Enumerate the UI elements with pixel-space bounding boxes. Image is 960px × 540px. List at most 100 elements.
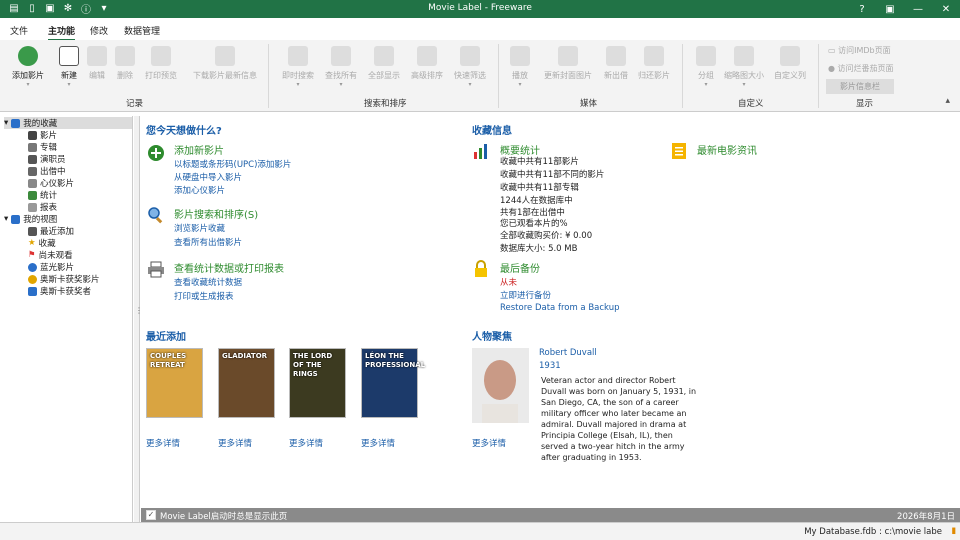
navigation-tree: ▾ 我的收藏 影片 专辑 演职员 出借中 心仪影片 统计 报表 ▾ 我的视图 最近添… <box>0 116 133 522</box>
bar-chart-icon <box>474 144 487 159</box>
poster-title: THE LORD OF THE RINGS <box>293 352 333 378</box>
person-name-link[interactable]: Robert Duvall <box>539 348 597 358</box>
quick-filter-icon <box>460 46 480 66</box>
tree-item-on-loan[interactable]: 出借中 <box>28 165 66 177</box>
columns-icon <box>780 46 800 66</box>
new-document-icon <box>59 46 79 66</box>
person-spotlight-heading: 人物聚焦 <box>472 332 512 343</box>
movie-poster[interactable]: LÉON THE PROFESSIONAL <box>361 348 425 418</box>
more-details-link[interactable]: 更多详情 <box>218 437 252 449</box>
help-button[interactable]: ? <box>848 0 876 18</box>
visit-imdb-button[interactable]: ▭ 访问IMDb页面 <box>828 45 891 56</box>
return-movie-button[interactable]: 归还影片 <box>634 46 674 81</box>
tree-item-oscar-movies[interactable]: 奥斯卡获奖影片 <box>28 273 100 285</box>
tree-item-bluray[interactable]: 蓝光影片 <box>28 261 74 273</box>
quick-filter-button[interactable]: 快速筛选 ▾ <box>450 46 490 88</box>
title-bar: ▤ ▯ ▣ ✻ ⓘ ▾ Movie Label - Freeware ? ▣ —… <box>0 0 960 18</box>
show-all-button[interactable]: 全部显示 <box>364 46 404 81</box>
info-bar-toggle[interactable]: 影片信息栏 <box>826 79 894 94</box>
status-bar: My Database.fdb : c:\movie labe ▮ <box>0 522 960 540</box>
tab-data-management[interactable]: 数据管理 <box>124 24 160 37</box>
loan-icon <box>606 46 626 66</box>
more-details-link[interactable]: 更多详情 <box>289 437 323 449</box>
stat-watched: 您已观看本片的% <box>500 219 568 229</box>
stats-reports-heading[interactable]: 查看统计数据或打印报表 <box>174 260 284 275</box>
tree-item-movies[interactable]: 影片 <box>28 129 57 141</box>
print-reports-link[interactable]: 打印或生成报表 <box>174 290 234 302</box>
stat-purchase-price: 全部收藏购买价: ¥ 0.00 <box>500 231 593 241</box>
browse-collection-link[interactable]: 浏览影片收藏 <box>174 222 225 234</box>
add-wishlist-link[interactable]: 添加心仪影片 <box>174 184 225 196</box>
tomato-icon: ● <box>828 64 838 73</box>
play-button[interactable]: 播放 ▾ <box>500 46 540 88</box>
tab-file[interactable]: 文件 <box>10 24 28 37</box>
collapse-ribbon-icon[interactable]: ▴ <box>945 96 950 106</box>
tree-item-albums[interactable]: 专辑 <box>28 141 57 153</box>
home-icon <box>11 118 21 128</box>
tree-item-cast[interactable]: 演职员 <box>28 153 66 165</box>
person-more-details-link[interactable]: 更多详情 <box>472 437 506 449</box>
star-icon: ★ <box>28 238 36 248</box>
tree-root-views[interactable]: ▾ 我的视图 <box>4 213 57 225</box>
film-icon <box>28 130 37 140</box>
people-icon <box>28 154 37 164</box>
news-icon <box>672 143 686 159</box>
views-icon <box>11 214 21 224</box>
delete-button[interactable]: 删除 <box>105 46 145 81</box>
tree-item-wishlist[interactable]: 心仪影片 <box>28 177 74 189</box>
show-on-startup-checkbox[interactable]: ✓ <box>146 510 156 520</box>
visit-rotten-tomatoes-button[interactable]: ● 访问烂番茄页面 <box>828 63 894 74</box>
new-loan-button[interactable]: 新出借 <box>596 46 636 81</box>
play-icon <box>510 46 530 66</box>
pane-splitter[interactable]: ⋮ <box>134 116 143 522</box>
tree-item-statistics[interactable]: 统计 <box>28 189 57 201</box>
collapse-icon: ▾ <box>4 214 9 224</box>
add-by-title-barcode-link[interactable]: 以标题或条形码(UPC)添加影片 <box>174 158 291 170</box>
current-date: 2026年8月1日 <box>897 512 955 522</box>
tree-item-recently-added[interactable]: 最近添加 <box>28 225 74 237</box>
restore-ribbon-button[interactable]: ▣ <box>876 0 904 18</box>
tab-modify[interactable]: 修改 <box>90 24 108 37</box>
movie-poster[interactable]: COUPLES RETREAT <box>146 348 203 418</box>
backup-now-link[interactable]: 立即进行备份 <box>500 289 551 301</box>
find-all-button[interactable]: 查找所有 ▾ <box>321 46 361 88</box>
import-from-disk-link[interactable]: 从硬盘中导入影片 <box>174 171 242 183</box>
thumbnail-size-button[interactable]: 缩略图大小 ▾ <box>718 46 770 88</box>
restore-backup-link[interactable]: Restore Data from a Backup <box>500 303 620 313</box>
group-label-media: 媒体 <box>580 99 598 109</box>
update-cover-button[interactable]: 更新封面图片 <box>540 46 596 81</box>
advanced-sort-button[interactable]: 高级排序 <box>407 46 447 81</box>
custom-columns-button[interactable]: 自定义列 <box>770 46 810 81</box>
tab-main[interactable]: 主功能 <box>48 24 76 41</box>
more-details-link[interactable]: 更多详情 <box>361 437 395 449</box>
movie-poster[interactable]: THE LORD OF THE RINGS <box>289 348 346 418</box>
flag-icon: ⚑ <box>28 250 36 260</box>
add-movie-heading[interactable]: 添加新影片 <box>174 142 224 157</box>
person-photo[interactable] <box>472 348 529 423</box>
search-sort-heading[interactable]: 影片搜索和排序(S) <box>174 206 258 221</box>
printer-icon <box>148 261 164 278</box>
instant-search-button[interactable]: 即时搜索 ▾ <box>278 46 318 88</box>
poster-title: COUPLES RETREAT <box>150 352 187 369</box>
tree-root-collection[interactable]: ▾ 我的收藏 <box>4 117 132 129</box>
tree-item-unwatched[interactable]: ⚑ 尚未观看 <box>28 249 73 261</box>
tree-item-oscar-winners[interactable]: 奥斯卡获奖者 <box>28 285 91 297</box>
movie-poster[interactable]: GLADIATOR <box>218 348 275 418</box>
view-statistics-link[interactable]: 查看收藏统计数据 <box>174 276 242 288</box>
add-icon <box>18 46 38 66</box>
close-button[interactable]: ✕ <box>932 0 960 18</box>
group-label-records: 记录 <box>126 99 144 109</box>
movie-news-link[interactable]: 最新电影资讯 <box>697 142 757 157</box>
minimize-button[interactable]: — <box>904 0 932 18</box>
bluray-icon <box>28 262 37 272</box>
view-loans-link[interactable]: 查看所有出借影片 <box>174 236 242 248</box>
download-info-button[interactable]: 下载影片最新信息 <box>190 46 260 81</box>
group-label-search-sort: 搜索和排序 <box>364 99 407 109</box>
tree-item-reports[interactable]: 报表 <box>28 201 57 213</box>
print-preview-button[interactable]: 打印预览 <box>141 46 181 81</box>
tree-item-favorites[interactable]: ★ 收藏 <box>28 237 56 249</box>
database-icon: ▮ <box>951 526 956 536</box>
more-details-link[interactable]: 更多详情 <box>146 437 180 449</box>
add-movie-button[interactable]: 添加影片 ▾ <box>8 46 48 88</box>
person-year[interactable]: 1931 <box>539 361 561 371</box>
